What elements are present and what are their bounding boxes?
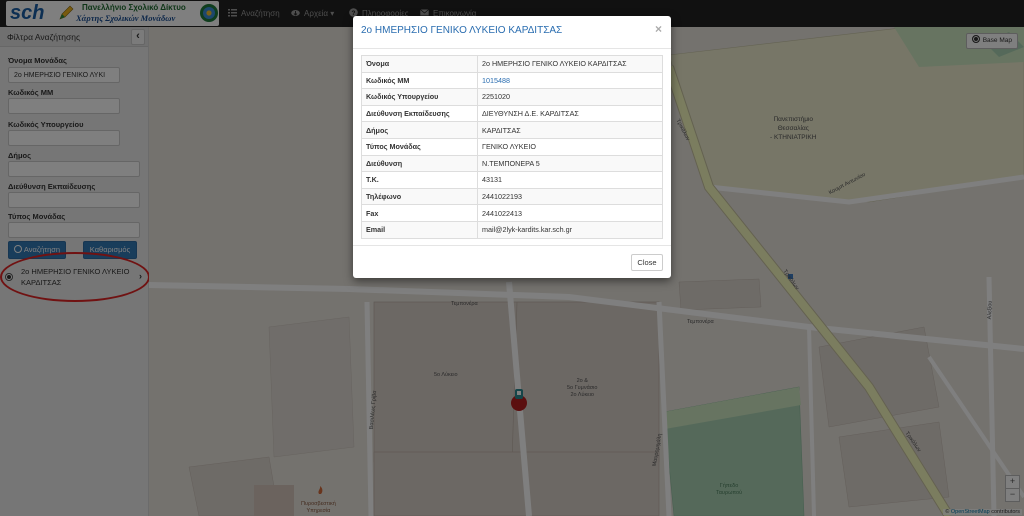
details-row: Κωδικός ΜΜ 1015488 <box>361 71 663 90</box>
detail-value-link[interactable]: 1015488 <box>477 71 663 90</box>
detail-label: Κωδικός Υπουργείου <box>361 88 478 106</box>
details-row: Διεύθυνση Εκπαίδευσης ΔΙΕΥΘΥΝΣΗ Δ.Ε. ΚΑΡΔ… <box>361 104 663 123</box>
detail-label: Fax <box>361 204 478 222</box>
close-icon[interactable]: × <box>655 22 662 36</box>
school-details-modal: 2ο ΗΜΕΡΗΣΙΟ ΓΕΝΙΚΟ ΛΥΚΕΙΟ ΚΑΡΔΙΤΣΑΣ × Όν… <box>353 16 671 278</box>
details-row: Κωδικός Υπουργείου 2251020 <box>361 88 663 106</box>
detail-value: ΓΕΝΙΚΟ ΛΥΚΕΙΟ <box>477 137 663 156</box>
detail-label: Διεύθυνση <box>361 154 478 173</box>
detail-value: 2ο ΗΜΕΡΗΣΙΟ ΓΕΝΙΚΟ ΛΥΚΕΙΟ ΚΑΡΔΙΤΣΑΣ <box>477 55 663 73</box>
detail-label: Τύπος Μονάδας <box>361 137 478 156</box>
details-row: Δήμος ΚΑΡΔΙΤΣΑΣ <box>361 121 663 139</box>
detail-label: Email <box>361 220 478 239</box>
detail-label: Δήμος <box>361 121 478 139</box>
school-details-table: Όνομα 2ο ΗΜΕΡΗΣΙΟ ΓΕΝΙΚΟ ΛΥΚΕΙΟ ΚΑΡΔΙΤΣΑΣ… <box>361 55 663 239</box>
details-row: Τηλέφωνο 2441022193 <box>361 187 663 206</box>
detail-label: Τηλέφωνο <box>361 187 478 206</box>
detail-label: Διεύθυνση Εκπαίδευσης <box>361 104 478 123</box>
detail-value: Ν.ΤΕΜΠΟΝΕΡΑ 5 <box>477 154 663 173</box>
detail-label: Όνομα <box>361 55 478 73</box>
modal-footer-divider <box>353 245 671 246</box>
detail-label: Κωδικός ΜΜ <box>361 71 478 90</box>
details-row: Fax 2441022413 <box>361 204 663 222</box>
detail-value: ΚΑΡΔΙΤΣΑΣ <box>477 121 663 139</box>
details-row: Όνομα 2ο ΗΜΕΡΗΣΙΟ ΓΕΝΙΚΟ ΛΥΚΕΙΟ ΚΑΡΔΙΤΣΑΣ <box>361 55 663 73</box>
details-row: Τύπος Μονάδας ΓΕΝΙΚΟ ΛΥΚΕΙΟ <box>361 137 663 156</box>
detail-value: ΔΙΕΥΘΥΝΣΗ Δ.Ε. ΚΑΡΔΙΤΣΑΣ <box>477 104 663 123</box>
modal-title: 2ο ΗΜΕΡΗΣΙΟ ΓΕΝΙΚΟ ΛΥΚΕΙΟ ΚΑΡΔΙΤΣΑΣ <box>361 25 563 36</box>
details-row: Email mail@2lyk-kardits.kar.sch.gr <box>361 220 663 239</box>
detail-value: 2441022413 <box>477 204 663 222</box>
detail-value: mail@2lyk-kardits.kar.sch.gr <box>477 220 663 239</box>
details-row: Τ.Κ. 43131 <box>361 171 663 189</box>
detail-value: 43131 <box>477 171 663 189</box>
close-button[interactable]: Close <box>631 254 663 271</box>
detail-value: 2251020 <box>477 88 663 106</box>
detail-value: 2441022193 <box>477 187 663 206</box>
detail-label: Τ.Κ. <box>361 171 478 189</box>
details-row: Διεύθυνση Ν.ΤΕΜΠΟΝΕΡΑ 5 <box>361 154 663 173</box>
modal-header: 2ο ΗΜΕΡΗΣΙΟ ΓΕΝΙΚΟ ΛΥΚΕΙΟ ΚΑΡΔΙΤΣΑΣ × <box>353 16 671 49</box>
